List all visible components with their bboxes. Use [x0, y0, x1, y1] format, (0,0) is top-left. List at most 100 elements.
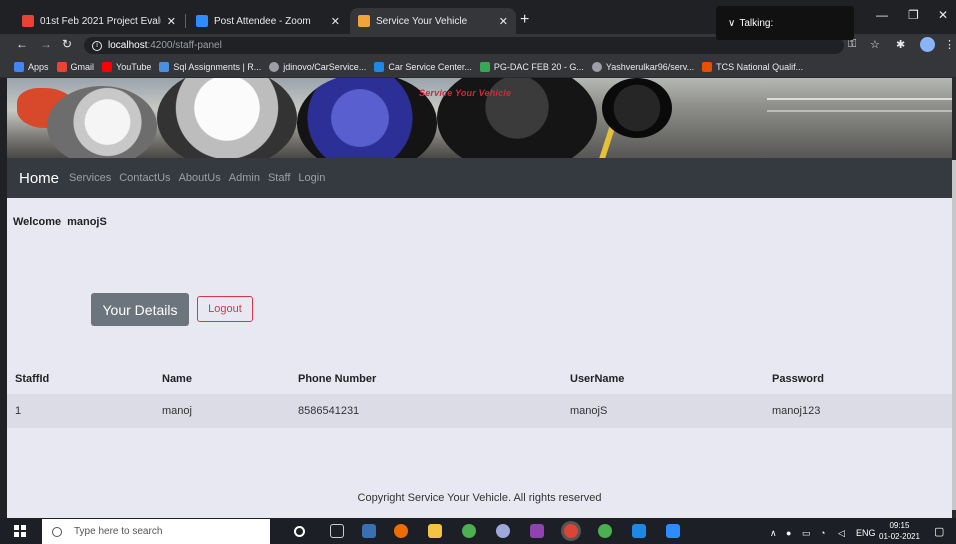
zoom-talking-indicator: ∨ Talking:	[716, 6, 854, 40]
bookmark-label: PG-DAC FEB 20 - G...	[493, 61, 584, 72]
hero-bike-blue	[297, 78, 437, 158]
volume-icon[interactable]: ◁	[838, 528, 845, 539]
tray-chevron-up-icon[interactable]: ∧	[770, 528, 777, 539]
nav-aboutus[interactable]: AboutUs	[179, 172, 221, 184]
hero-brand-text: Service Your Vehicle	[419, 88, 512, 98]
bookmark-carservice-repo[interactable]: jdinovo/CarService...	[269, 61, 367, 72]
app-icon[interactable]	[496, 524, 510, 538]
task-view-icon[interactable]	[330, 524, 344, 538]
zoom-icon[interactable]	[666, 524, 680, 538]
app-icon[interactable]	[598, 524, 612, 538]
welcome-username: manojS	[67, 216, 107, 228]
nav-contactus[interactable]: ContactUs	[119, 172, 170, 184]
bookmark-label: Yashverulkar96/serv...	[605, 61, 695, 72]
cell-staffid: 1	[15, 405, 22, 417]
tab-title: Service Your Vehicle	[376, 15, 468, 27]
logout-button[interactable]: Logout	[197, 296, 253, 322]
tab-project-evaluation[interactable]: 01st Feb 2021 Project Evaluation ✕	[14, 8, 184, 34]
nav-staff[interactable]: Staff	[268, 172, 290, 184]
cell-username: manojS	[570, 405, 608, 417]
zoom-icon	[196, 15, 208, 27]
nav-admin[interactable]: Admin	[229, 172, 260, 184]
gmail-icon	[22, 15, 34, 27]
welcome-message: Welcome manojS	[13, 216, 113, 228]
language-indicator[interactable]: ENG	[856, 528, 876, 538]
tab-service-your-vehicle[interactable]: Service Your Vehicle ✕	[350, 8, 516, 34]
cortana-icon[interactable]	[294, 526, 305, 537]
bookmark-label: Car Service Center...	[388, 61, 472, 72]
close-icon[interactable]: ✕	[331, 15, 340, 28]
clock-time: 09:15	[889, 521, 910, 530]
taskbar-search-input[interactable]: Type here to search	[42, 519, 270, 544]
restore-icon[interactable]: ❐	[908, 8, 919, 22]
vscode-icon[interactable]	[632, 524, 646, 538]
nav-login[interactable]: Login	[298, 172, 325, 184]
nav-home[interactable]: Home	[19, 170, 59, 187]
tab-title: Post Attendee - Zoom	[214, 15, 311, 27]
wifi-icon[interactable]: ◔	[820, 528, 825, 538]
extensions-icon[interactable]: ✱	[896, 38, 905, 51]
bookmark-label: YouTube	[116, 61, 152, 72]
youtube-icon	[102, 61, 113, 72]
hero-guardrail	[767, 98, 952, 112]
back-icon[interactable]: ←	[16, 37, 28, 51]
new-tab-button[interactable]: +	[520, 11, 529, 29]
bookmark-site-icon	[702, 61, 713, 72]
nav-services[interactable]: Services	[69, 172, 111, 184]
taskbar-clock[interactable]: 09:15 01-02-2021	[879, 520, 920, 542]
site-favicon-icon	[358, 15, 370, 27]
bookmark-label: Gmail	[70, 61, 95, 72]
bookmark-tcs[interactable]: TCS National Qualif...	[702, 61, 804, 72]
firefox-icon[interactable]	[394, 524, 408, 538]
reload-icon[interactable]: ↻	[62, 37, 72, 51]
bookmark-youtube[interactable]: YouTube	[102, 61, 152, 72]
forward-icon[interactable]: →	[40, 37, 52, 51]
info-icon[interactable]: i	[92, 40, 102, 51]
tab-separator	[185, 14, 186, 28]
bookmark-label: TCS National Qualif...	[716, 61, 804, 72]
profile-avatar[interactable]	[920, 37, 935, 52]
hero-banner: Service Your Vehicle	[7, 78, 952, 158]
tab-zoom[interactable]: Post Attendee - Zoom ✕	[188, 8, 348, 34]
bookmark-apps[interactable]: Apps	[14, 61, 49, 72]
network-icon[interactable]: ▭	[802, 528, 811, 539]
table-header-row: StaffId Name Phone Number UserName Passw…	[7, 364, 952, 394]
welcome-label: Welcome	[13, 216, 62, 228]
minimize-icon[interactable]: —	[876, 8, 888, 22]
close-icon[interactable]: ✕	[167, 15, 176, 28]
google-drive-icon	[479, 61, 490, 72]
menu-icon[interactable]: ⋮	[944, 38, 955, 51]
close-window-icon[interactable]: ✕	[938, 8, 948, 22]
your-details-button[interactable]: Your Details	[91, 293, 189, 326]
file-explorer-icon[interactable]	[428, 524, 442, 538]
bookmark-label: jdinovo/CarService...	[283, 61, 367, 72]
hero-bike-white	[47, 86, 157, 158]
close-icon[interactable]: ✕	[499, 15, 508, 28]
bookmarks-bar: Apps Gmail YouTube Sql Assignments | R..…	[0, 56, 956, 78]
star-icon[interactable]: ☆	[870, 38, 880, 51]
bookmark-pg-dac[interactable]: PG-DAC FEB 20 - G...	[479, 61, 584, 72]
talking-label: Talking:	[739, 17, 774, 29]
header-staffid: StaffId	[15, 373, 50, 385]
bookmark-sql-assignments[interactable]: Sql Assignments | R...	[159, 61, 261, 72]
chevron-down-icon[interactable]: ∨	[728, 18, 735, 29]
bookmark-site-icon	[159, 61, 170, 72]
maps-app-icon[interactable]	[362, 524, 376, 538]
mic-icon[interactable]: ●	[786, 528, 791, 538]
page-scrollbar-thumb[interactable]	[952, 160, 956, 510]
tab-title: 01st Feb 2021 Project Evaluation	[40, 15, 161, 27]
bookmark-car-service-center[interactable]: Car Service Center...	[374, 61, 472, 72]
apps-grid-icon	[14, 61, 24, 72]
gmail-icon	[56, 61, 67, 72]
notifications-icon[interactable]: ▢	[934, 525, 944, 538]
visual-studio-icon[interactable]	[530, 524, 544, 538]
windows-start-icon[interactable]	[14, 525, 26, 537]
app-icon[interactable]	[462, 524, 476, 538]
bookmark-gmail[interactable]: Gmail	[56, 61, 95, 72]
hero-bike-white-large	[157, 78, 297, 158]
bookmark-yashverulkar-repo[interactable]: Yashverulkar96/serv...	[591, 61, 695, 72]
site-navbar: Home Services ContactUs AboutUs Admin St…	[7, 158, 952, 198]
hero-bike-dark	[602, 78, 672, 138]
chrome-icon[interactable]	[564, 524, 578, 538]
header-username: UserName	[570, 373, 625, 385]
